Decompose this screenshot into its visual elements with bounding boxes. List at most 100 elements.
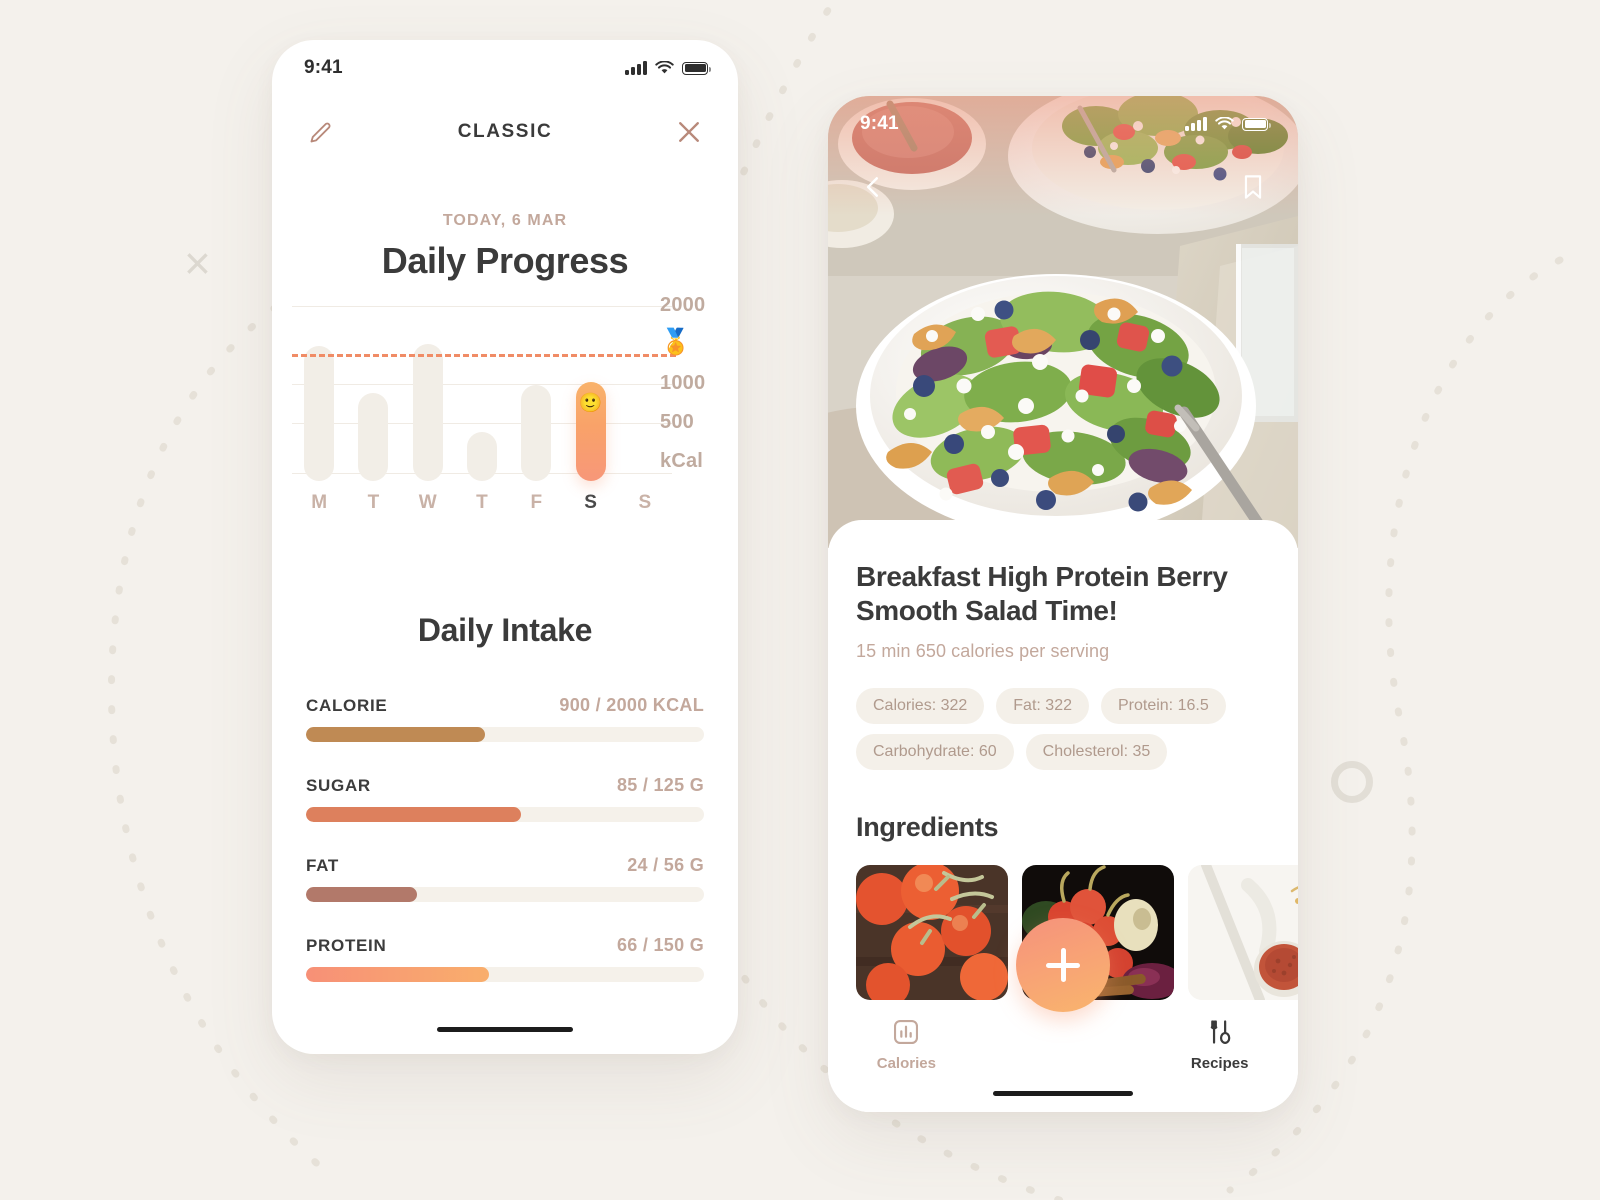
status-icon-group [1185, 117, 1271, 131]
ingredient-card-kitchen[interactable] [1188, 865, 1298, 1001]
intake-progress-track [306, 807, 704, 822]
fork-spoon-icon [1210, 1020, 1230, 1044]
chart-y-axis: 2000 🏅 1000 500 kCal [660, 294, 730, 489]
chart-bar [412, 344, 443, 481]
tab-label-calories: Calories [876, 1055, 936, 1072]
intake-value: 24 / 56 G [627, 855, 704, 875]
chart-bar [521, 385, 552, 481]
daily-intake-list: CALORIE 900 / 2000 KCAL SUGAR 85 / 125 G… [272, 695, 738, 982]
intake-label: SUGAR [306, 776, 371, 795]
y-axis-unit: kCal [660, 450, 704, 472]
nutrition-tag-list: Calories: 322 Fat: 322 Protein: 16.5 Car… [856, 688, 1270, 771]
progress-title: Daily Progress [381, 240, 629, 281]
chart-bar [358, 393, 389, 481]
close-icon[interactable] [670, 113, 708, 151]
decor-ring [1331, 761, 1373, 803]
decor-x-mark: × [184, 237, 211, 289]
bar-chart-icon [894, 1019, 919, 1045]
background-decoration [107, 0, 1564, 1200]
ingredient-card-tomatoes[interactable] [856, 865, 1008, 1001]
intake-value: 66 / 150 G [616, 935, 704, 955]
page-title: CLASSIC [457, 121, 553, 142]
chart-plot-area: 🙂 [292, 306, 676, 481]
ingredients-title: Ingredients [856, 812, 999, 843]
nutrition-tag-cholesterol[interactable]: Cholesterol: 35 [1025, 734, 1168, 771]
left-nav-bar: CLASSIC [272, 96, 738, 168]
nutrition-tag-fat[interactable]: Fat: 322 [996, 688, 1089, 725]
intake-row-sugar: SUGAR 85 / 125 G [306, 775, 704, 822]
intake-progress-track [306, 967, 704, 982]
x-tick-fri: F [530, 492, 543, 513]
smiley-face-marker: 🙂 [578, 393, 603, 414]
intake-row-calorie: CALORIE 900 / 2000 KCAL [306, 695, 704, 742]
chart-bar-slot[interactable] [346, 306, 400, 481]
nutrition-tag-carbohydrate[interactable]: Carbohydrate: 60 [856, 734, 1014, 771]
intake-progress-fill [306, 967, 490, 982]
intake-progress-track [306, 727, 704, 742]
left-phone-screen: 9:41 CLASSIC TODAY, 6 MAR Daily Progress [272, 40, 738, 1054]
tab-label-recipes: Recipes [1190, 1055, 1249, 1072]
pencil-icon[interactable] [302, 113, 340, 151]
intake-progress-fill [306, 887, 418, 902]
chart-bars: 🙂 [292, 306, 672, 481]
plus-icon [1046, 948, 1080, 982]
chart-bar-active: 🙂 [575, 382, 606, 481]
wifi-icon [655, 61, 674, 74]
x-tick-sat: S [584, 492, 597, 513]
left-status-bar: 9:41 [272, 40, 738, 96]
chart-x-axis: M T W T F S S [292, 492, 672, 514]
nutrition-tag-protein[interactable]: Protein: 16.5 [1100, 688, 1226, 725]
x-tick-wed: W [418, 492, 437, 513]
intake-progress-fill [306, 807, 521, 822]
wifi-icon [1215, 117, 1234, 130]
intake-value: 85 / 125 G [616, 775, 704, 795]
y-tick-500: 500 [660, 411, 694, 433]
add-ingredient-button[interactable] [1016, 918, 1110, 1012]
status-icon-group [625, 61, 711, 75]
intake-value: 900 / 2000 KCAL [559, 695, 704, 715]
intake-row-protein: PROTEIN 66 / 150 G [306, 935, 704, 982]
intake-row-fat: FAT 24 / 56 G [306, 855, 704, 902]
nutrition-tag-calories[interactable]: Calories: 322 [856, 688, 985, 725]
chevron-left-icon[interactable] [854, 168, 892, 206]
intake-label: CALORIE [306, 696, 388, 715]
chart-bar-slot-active[interactable]: 🙂 [563, 306, 617, 481]
battery-icon [682, 61, 711, 75]
daily-intake-title: Daily Intake [417, 612, 593, 648]
chart-bar-slot[interactable] [401, 306, 455, 481]
y-tick-1000: 1000 [660, 372, 706, 394]
intake-label: PROTEIN [306, 936, 387, 955]
chart-bar [466, 432, 497, 481]
right-phone-screen: 9:41 Breakfast High Protein Berry Smooth… [828, 96, 1298, 1112]
x-tick-mon: M [311, 492, 328, 513]
intake-label: FAT [306, 856, 339, 875]
x-tick-sun: S [638, 492, 652, 513]
status-time: 9:41 [304, 57, 343, 78]
signal-icon [625, 61, 647, 75]
goal-line [292, 354, 676, 357]
x-tick-thu: T [476, 492, 488, 513]
recipe-subtitle: 15 min 650 calories per serving [856, 641, 1110, 662]
y-tick-2000: 2000 [660, 294, 706, 316]
home-indicator [437, 1027, 573, 1032]
chart-bar-slot[interactable] [455, 306, 509, 481]
weekly-calorie-chart: 🙂 2000 🏅 1000 500 kCal M T W T F S S [272, 294, 738, 536]
right-status-bar: 9:41 [828, 96, 1298, 152]
recipe-hero-nav [828, 152, 1298, 222]
bookmark-icon[interactable] [1234, 168, 1272, 206]
chart-bar-slot[interactable] [509, 306, 563, 481]
status-time: 9:41 [860, 113, 899, 134]
chart-bar-slot[interactable] [292, 306, 346, 481]
signal-icon [1185, 117, 1207, 131]
chart-bar [304, 346, 335, 481]
x-tick-tue: T [367, 492, 380, 513]
medal-goal-marker: 🏅 [660, 328, 692, 356]
battery-icon [1242, 117, 1271, 131]
intake-progress-track [306, 887, 704, 902]
tab-calories[interactable]: Calories [828, 1018, 985, 1072]
progress-date: TODAY, 6 MAR [442, 212, 568, 229]
recipe-title: Breakfast High Protein Berry Smooth Sala… [856, 561, 1228, 627]
tab-recipes[interactable]: Recipes [1141, 1018, 1298, 1072]
intake-progress-fill [306, 727, 486, 742]
home-indicator [993, 1091, 1133, 1096]
